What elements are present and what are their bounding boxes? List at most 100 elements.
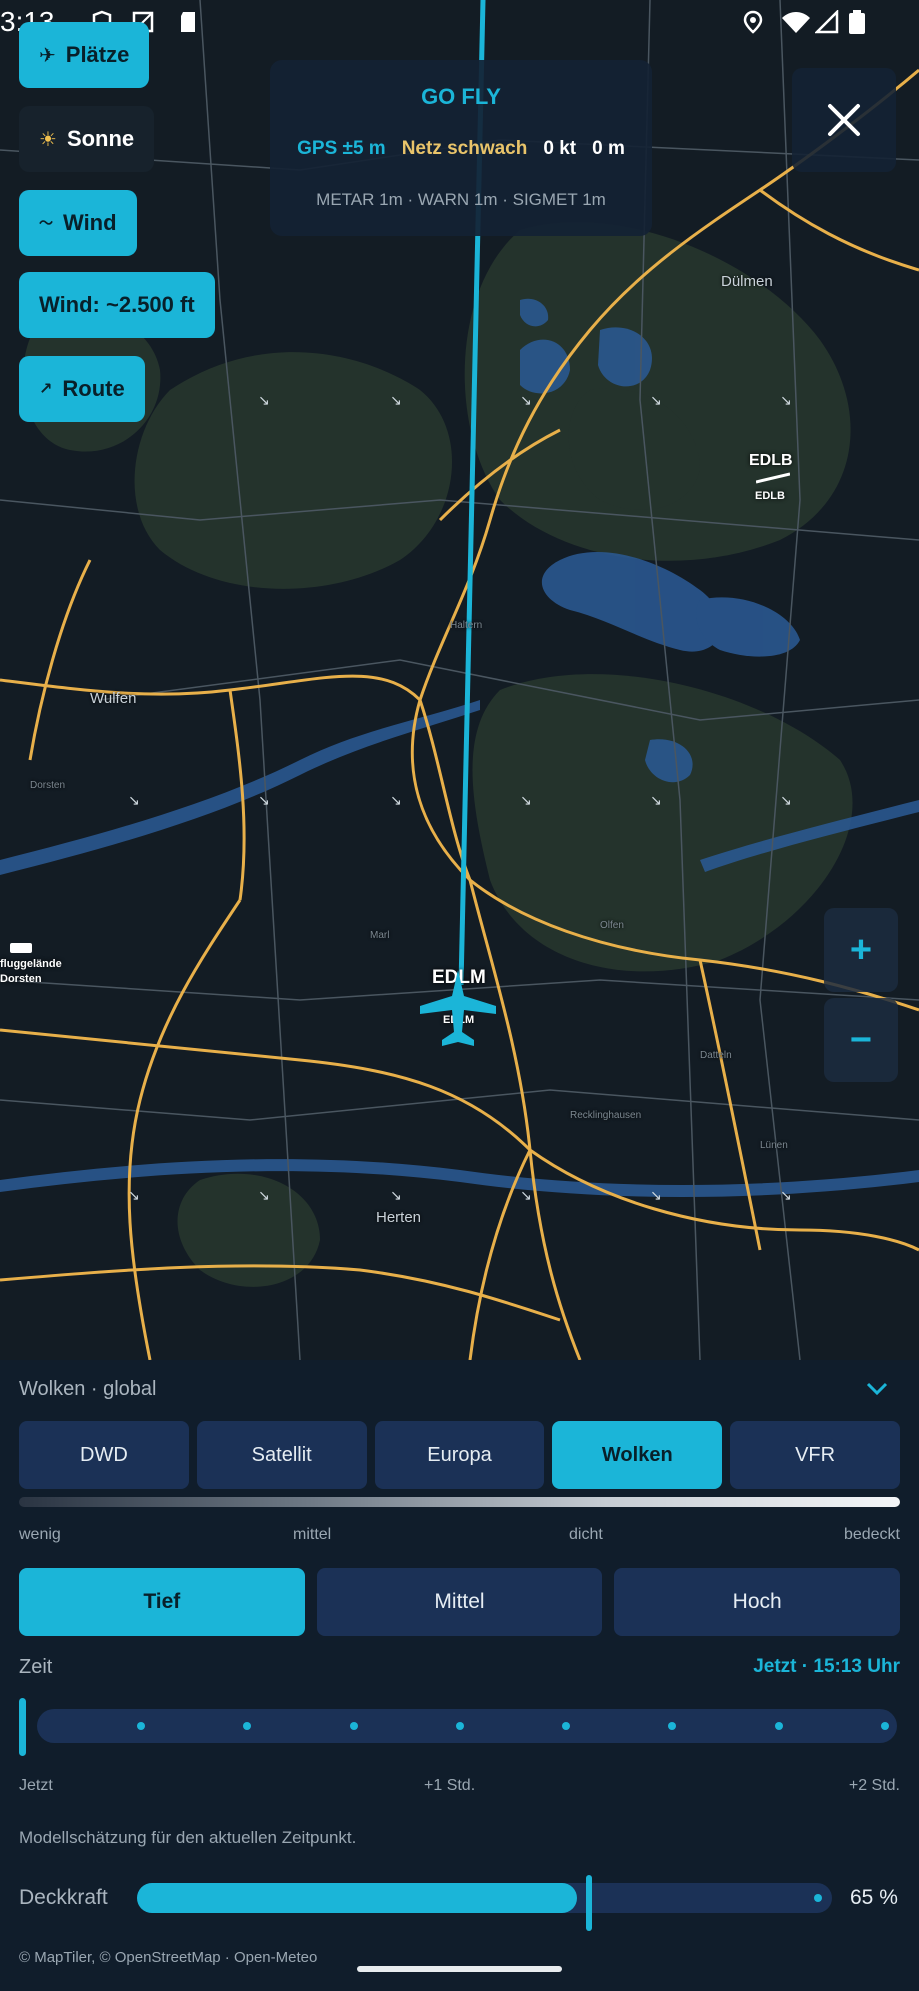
tab-wolken[interactable]: Wolken: [552, 1421, 723, 1489]
svg-text:↘: ↘: [258, 793, 270, 809]
town-label: Lünen: [760, 1140, 788, 1151]
tab-vfr[interactable]: VFR: [730, 1421, 900, 1489]
chevron-down-icon[interactable]: [866, 1376, 888, 1402]
airfield-dorsten-line1[interactable]: fluggelände: [0, 958, 62, 970]
opacity-slider[interactable]: [137, 1875, 832, 1931]
route-button[interactable]: ↗ Route: [19, 356, 145, 422]
time-label-plus1: +1 Std.: [424, 1777, 476, 1794]
time-step-dot: [668, 1722, 676, 1730]
town-label: Dülmen: [721, 273, 773, 290]
source-tabs: DWD Satellit Europa Wolken VFR: [19, 1421, 900, 1489]
svg-text:↘: ↘: [650, 393, 662, 409]
route-label: Route: [62, 376, 125, 401]
flight-status-panel: GO FLY GPS ±5 m Netz schwach 0 kt 0 m ME…: [270, 60, 652, 236]
svg-text:↘: ↘: [780, 1188, 792, 1204]
network-status: Netz schwach: [401, 138, 528, 159]
sun-icon: ☀: [39, 128, 57, 151]
time-step-dot: [562, 1722, 570, 1730]
location-icon: [743, 10, 763, 34]
layer-low-button[interactable]: Tief: [19, 1568, 305, 1636]
layer-mid-button[interactable]: Mittel: [316, 1568, 603, 1636]
time-label-now: Jetzt: [19, 1777, 53, 1794]
time-slider-handle[interactable]: [19, 1698, 26, 1756]
town-label: Recklinghausen: [570, 1110, 642, 1121]
svg-text:↘: ↘: [390, 1188, 402, 1204]
town-label: Wulfen: [90, 690, 137, 707]
sun-label: Sonne: [66, 126, 135, 151]
town-label: Olfen: [600, 920, 624, 931]
time-label: Zeit: [19, 1656, 53, 1678]
svg-text:↘: ↘: [390, 793, 402, 809]
wind-button[interactable]: 〜 Wind: [19, 190, 137, 256]
airfield-runway-icon: [756, 472, 790, 484]
cloud-layer-selector: Tief Mittel Hoch: [19, 1568, 901, 1636]
airfield-marker-icon: [10, 943, 32, 953]
town-label: Haltern: [450, 620, 483, 631]
opacity-value: 65 %: [850, 1886, 898, 1909]
model-note: Modellschätzung für den aktuellen Zeitpu…: [19, 1828, 357, 1847]
time-step-dot: [243, 1722, 251, 1730]
wind-altitude-button[interactable]: Wind: ~2.500 ft: [19, 272, 215, 338]
airfield-edlb-code[interactable]: EDLB: [749, 452, 793, 470]
sun-button[interactable]: ☀ Sonne: [19, 106, 155, 172]
svg-text:↘: ↘: [390, 393, 402, 409]
time-step-dot: [137, 1722, 145, 1730]
svg-text:↘: ↘: [650, 793, 662, 809]
panel-title: GO FLY: [421, 84, 501, 109]
svg-text:↘: ↘: [780, 393, 792, 409]
time-label-plus2: +2 Std.: [848, 1777, 900, 1794]
density-label-dense: dicht: [569, 1526, 603, 1543]
layer-high-button[interactable]: Hoch: [614, 1568, 901, 1636]
svg-text:↘: ↘: [258, 393, 270, 409]
close-button[interactable]: [792, 68, 896, 172]
wind-label: Wind: [63, 210, 117, 235]
tab-dwd[interactable]: DWD: [19, 1421, 189, 1489]
time-step-dot: [456, 1722, 464, 1730]
time-step-dot: [350, 1722, 358, 1730]
opacity-slider-handle[interactable]: [586, 1875, 592, 1931]
home-indicator[interactable]: [357, 1966, 562, 1972]
plane-icon: ✈: [39, 44, 56, 67]
density-label-overcast: bedeckt: [843, 1526, 900, 1543]
opacity-fill: [137, 1883, 577, 1913]
wind-icon: 〜: [39, 215, 53, 231]
svg-text:↘: ↘: [650, 1188, 662, 1204]
layer-sheet: Wolken · global DWD Satellit Europa Wolk…: [0, 1360, 919, 1991]
sheet-title: Wolken · global: [19, 1378, 157, 1400]
svg-text:↘: ↘: [128, 1188, 140, 1204]
svg-text:↘: ↘: [128, 793, 140, 809]
svg-text:↘: ↘: [258, 1188, 270, 1204]
battery-icon: [849, 10, 865, 34]
svg-text:↘: ↘: [520, 793, 532, 809]
svg-text:↘: ↘: [780, 793, 792, 809]
zoom-in-button[interactable]: +: [824, 908, 898, 992]
altitude: 0 m: [592, 138, 625, 159]
signal-icon: [815, 10, 839, 34]
flight-status-row: GPS ±5 m Netz schwach 0 kt 0 m: [270, 138, 652, 160]
data-freshness: METAR 1m · WARN 1m · SIGMET 1m: [316, 190, 606, 209]
time-step-dot: [881, 1722, 889, 1730]
town-label: Herten: [376, 1209, 422, 1226]
density-label-medium: mittel: [293, 1526, 332, 1543]
tab-europa[interactable]: Europa: [374, 1421, 545, 1489]
places-button[interactable]: ✈ Plätze: [19, 22, 150, 88]
time-slider[interactable]: [37, 1709, 897, 1743]
opacity-label: Deckkraft: [19, 1886, 108, 1909]
airfield-dorsten-line2: Dorsten: [0, 973, 42, 985]
tab-satellit[interactable]: Satellit: [196, 1421, 367, 1489]
current-time: Jetzt · 15:13 Uhr: [753, 1656, 900, 1677]
close-icon: [828, 104, 860, 136]
gps-accuracy: GPS ±5 m: [297, 138, 386, 159]
airfield-edlb-sub: EDLB: [755, 490, 785, 502]
places-label: Plätze: [65, 42, 130, 67]
svg-text:↘: ↘: [520, 393, 532, 409]
opacity-end-dot: [814, 1894, 822, 1902]
sdcard-icon: [181, 12, 195, 32]
town-label: Datteln: [700, 1050, 732, 1061]
cloud-density-legend: [19, 1497, 900, 1507]
zoom-out-button[interactable]: −: [824, 998, 898, 1082]
svg-text:↘: ↘: [520, 1188, 532, 1204]
wifi-icon: [782, 12, 810, 33]
wind-altitude-label: Wind: ~2.500 ft: [39, 292, 195, 317]
town-label: Dorsten: [30, 780, 66, 791]
